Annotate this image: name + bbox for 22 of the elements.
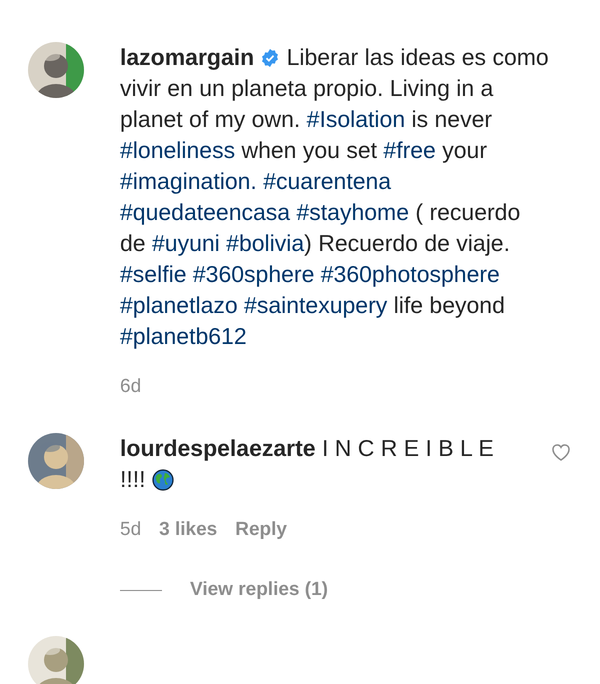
hashtag-link[interactable]: #imagination.: [120, 168, 257, 194]
hashtag-link[interactable]: #bolivia: [226, 230, 304, 256]
hashtag-link[interactable]: #360photosphere: [320, 261, 500, 287]
hashtag-link[interactable]: #planetb612: [120, 323, 247, 349]
hashtag-link[interactable]: #uyuni: [152, 230, 220, 256]
hashtag-link[interactable]: #loneliness: [120, 137, 236, 163]
hashtag-link[interactable]: #free: [383, 137, 436, 163]
hashtag-link[interactable]: #Isolation: [306, 106, 406, 132]
comment-time: 5d: [120, 519, 142, 541]
username-link[interactable]: lazomargain: [120, 44, 254, 70]
comment-text: lazomargain Liberar las ideas es como vivir en un planeta propio. Living in a planet of my own. #Isolation is never #loneliness when you set #free your #imagination. #cuarentena #quedateencasa #stayhome ( recuerdo de #uyuni #bolivia) Recuerdo de viaje. #selfie #360sphere #360photosphere #planetlazo #saintexupery life beyond #planetb612: [120, 43, 550, 351]
comment-text: lourdespelaezarte I N C R E I B L E !!!!: [120, 434, 495, 494]
hashtag-link[interactable]: #cuarentena: [263, 168, 392, 194]
username-link[interactable]: lourdespelaezarte: [120, 435, 316, 461]
comment-time: 6d: [120, 376, 142, 398]
hashtag-link[interactable]: #selfie: [120, 261, 186, 287]
hashtag-link[interactable]: #saintexupery: [244, 292, 388, 318]
globe-icon: [152, 469, 174, 491]
hashtag-link[interactable]: #stayhome: [296, 199, 410, 225]
hashtag-link[interactable]: #planetlazo: [120, 292, 238, 318]
hashtag-link[interactable]: #quedateencasa: [120, 199, 290, 225]
hashtag-link[interactable]: #360sphere: [192, 261, 314, 287]
